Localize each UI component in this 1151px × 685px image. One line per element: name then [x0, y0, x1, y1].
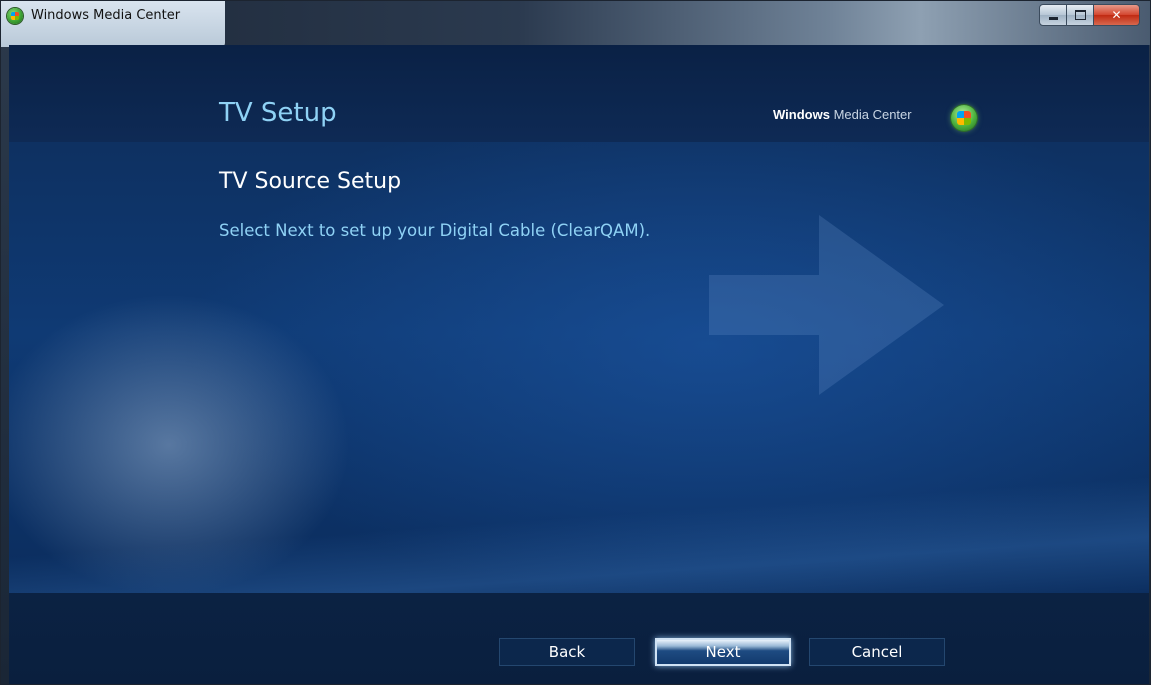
maximize-icon — [1074, 10, 1086, 20]
title-bar[interactable]: Windows Media Center ✕ — [1, 1, 1150, 47]
cancel-button[interactable]: Cancel — [809, 638, 945, 666]
instruction-text: Select Next to set up your Digital Cable… — [219, 221, 651, 240]
header-band — [9, 45, 1149, 142]
window-controls: ✕ — [1039, 4, 1140, 26]
minimize-icon — [1048, 16, 1058, 20]
maximize-button[interactable] — [1067, 4, 1094, 26]
back-button[interactable]: Back — [499, 638, 635, 666]
page-heading: TV Source Setup — [219, 169, 402, 194]
close-button[interactable]: ✕ — [1094, 4, 1140, 26]
close-icon: ✕ — [1111, 8, 1122, 22]
brand-bold: Windows — [773, 107, 830, 122]
title-tab: Windows Media Center — [1, 1, 225, 47]
brand-rest: Media Center — [833, 107, 912, 122]
window-title: Windows Media Center — [31, 8, 181, 23]
page-section-title: TV Setup — [219, 98, 337, 128]
minimize-button[interactable] — [1039, 4, 1067, 26]
media-center-content: TV Setup Windows Media Center TV Source … — [9, 45, 1149, 684]
next-button[interactable]: Next — [655, 638, 791, 666]
application-window: Windows Media Center ✕ TV Setup Windows … — [0, 0, 1151, 685]
windows-logo-icon — [951, 105, 977, 131]
brand-wordmark: Windows Media Center — [773, 107, 912, 122]
media-center-app-icon — [7, 8, 23, 24]
arrow-watermark-icon — [709, 215, 944, 395]
